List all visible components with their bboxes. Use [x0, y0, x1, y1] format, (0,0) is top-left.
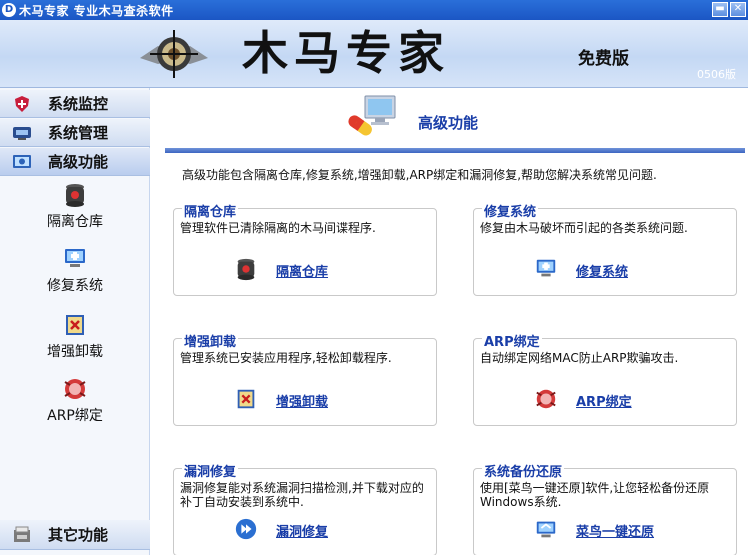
arp-link[interactable]: ARP绑定 [576, 391, 632, 410]
card-desc: 管理系统已安装应用程序,轻松卸载程序. [180, 351, 392, 365]
close-button[interactable]: ✕ [730, 2, 746, 17]
arp-bug-icon [64, 379, 86, 399]
shield-plus-icon [12, 95, 32, 113]
app-banner: 木马专家 免费版 0506版 [0, 20, 748, 88]
vuln-repair-link[interactable]: 漏洞修复 [276, 521, 328, 540]
sidebar-item-system-monitor[interactable]: 系统监控 [0, 90, 150, 118]
crosshair-emblem-icon [140, 30, 208, 78]
pill-monitor-icon [348, 95, 396, 136]
sidebar-item-advanced[interactable]: 高级功能 [0, 148, 150, 176]
sidebar-sub-label: 增强卸载 [47, 344, 103, 360]
sidebar-sub-label: 修复系统 [47, 278, 103, 294]
window-controls: ▬ ✕ [712, 2, 746, 17]
sidebar-item-label: 高级功能 [48, 153, 109, 171]
sidebar-sub-quarantine[interactable]: 隔离仓库 [0, 182, 150, 231]
sidebar-item-label: 系统管理 [48, 124, 109, 142]
header-divider [165, 148, 745, 153]
sidebar-sub-uninstall[interactable]: 增强卸载 [0, 312, 150, 361]
sidebar-item-label: 其它功能 [48, 526, 109, 544]
system-manage-icon [12, 124, 32, 142]
sidebar-item-other-functions[interactable]: 其它功能 [0, 520, 150, 550]
uninstall-link[interactable]: 增强卸载 [276, 391, 328, 410]
title-bar: D 木马专家 专业木马查杀软件 ▬ ✕ [0, 0, 748, 20]
card-title: 增强卸载 [182, 331, 239, 350]
arp-bug-icon[interactable] [534, 387, 558, 411]
card-desc: 自动绑定网络MAC防止ARP欺骗攻击. [480, 351, 679, 365]
card-desc: 漏洞修复能对系统漏洞扫描检测,并下载对应的补丁自动安装到系统中. [180, 481, 424, 509]
card-backup-restore: 系统备份还原 使用[菜鸟一键还原]软件,让您轻松备份还原Windows系统. 菜… [473, 461, 737, 555]
card-quarantine: 隔离仓库 管理软件已清除隔离的木马间谍程序. 隔离仓库 [173, 201, 437, 296]
card-vuln-repair: 漏洞修复 漏洞修复能对系统漏洞扫描检测,并下载对应的补丁自动安装到系统中. 漏洞… [173, 461, 437, 555]
patch-arrow-icon[interactable] [234, 517, 258, 541]
quarantine-link[interactable]: 隔离仓库 [276, 261, 328, 280]
card-title: ARP绑定 [482, 331, 542, 350]
card-title: 修复系统 [482, 201, 539, 220]
card-desc: 使用[菜鸟一键还原]软件,让您轻松备份还原Windows系统. [480, 481, 710, 509]
card-title: 系统备份还原 [482, 461, 565, 480]
banner-title: 木马专家 [242, 26, 450, 80]
window-title: 木马专家 专业木马查杀软件 [19, 3, 174, 18]
card-uninstall: 增强卸载 管理系统已安装应用程序,轻松卸载程序. 增强卸载 [173, 331, 437, 426]
card-desc: 修复由木马破坏而引起的各类系统问题. [480, 221, 688, 235]
repair-link[interactable]: 修复系统 [576, 261, 628, 280]
sidebar-sub-label: 隔离仓库 [47, 214, 103, 230]
sidebar-sub-repair[interactable]: 修复系统 [0, 246, 150, 295]
version-label: 0506版 [697, 68, 736, 81]
card-arp: ARP绑定 自动绑定网络MAC防止ARP欺骗攻击. ARP绑定 [473, 331, 737, 426]
card-title: 漏洞修复 [182, 461, 239, 480]
sidebar-item-system-manage[interactable]: 系统管理 [0, 119, 150, 147]
sidebar: 系统监控 系统管理 高级功能 隔离仓库 修复系统 增强卸载 ARP绑定 其它功能 [0, 88, 150, 555]
edition-label: 免费版 [578, 49, 629, 69]
repair-monitor-icon [65, 249, 85, 267]
card-title: 隔离仓库 [182, 201, 239, 220]
main-panel: 高级功能 高级功能包含隔离仓库,修复系统,增强卸载,ARP绑定和漏洞修复,帮助您… [151, 88, 748, 555]
page-title: 高级功能 [418, 114, 479, 132]
intro-text: 高级功能包含隔离仓库,修复系统,增强卸载,ARP绑定和漏洞修复,帮助您解决系统常… [182, 168, 657, 182]
uninstall-box-icon[interactable] [234, 387, 258, 411]
backup-restore-icon[interactable] [534, 517, 558, 541]
sidebar-item-label: 系统监控 [48, 95, 109, 113]
card-repair: 修复系统 修复由木马破坏而引起的各类系统问题. 修复系统 [473, 201, 737, 296]
advanced-icon [12, 153, 32, 171]
repair-monitor-icon[interactable] [534, 257, 558, 281]
uninstall-box-icon [66, 315, 84, 335]
sidebar-sub-arp[interactable]: ARP绑定 [0, 376, 150, 425]
card-desc: 管理软件已清除隔离的木马间谍程序. [180, 221, 376, 235]
sidebar-sub-label: ARP绑定 [47, 408, 103, 424]
minimize-button[interactable]: ▬ [712, 2, 728, 17]
other-functions-icon [12, 526, 32, 544]
backup-restore-link[interactable]: 菜鸟一键还原 [576, 521, 654, 540]
quarantine-jar-icon [66, 184, 84, 207]
app-logo-icon: D [2, 3, 16, 17]
quarantine-jar-icon[interactable] [234, 257, 258, 281]
